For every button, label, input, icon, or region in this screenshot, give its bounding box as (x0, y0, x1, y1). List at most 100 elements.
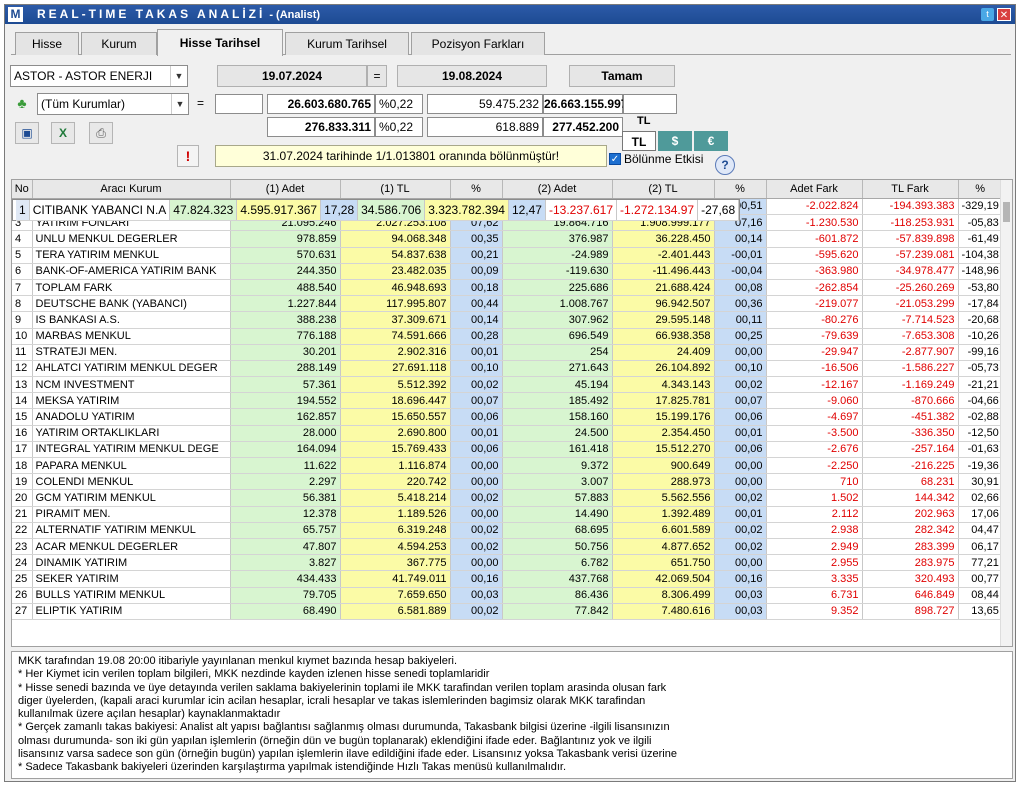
table-row[interactable]: 22 ALTERNATIF YATIRIM MENKUL 65.757 6.319.2… (12, 522, 1003, 539)
table-row[interactable]: 6 BANK-OF-AMERICA YATIRIM BANK 244.350 23.4… (12, 263, 1003, 280)
col-2-adet-cell: 50.756 (502, 538, 613, 556)
table-row[interactable]: 5 TERA YATIRIM MENKUL 570.631 54.837.638 00,… (12, 247, 1003, 264)
currency-tl-button[interactable]: TL (622, 131, 656, 151)
table-row[interactable]: 24 DINAMIK YATIRIM 3.827 367.775 00,00 6.782 6… (12, 554, 1003, 572)
col-1-adet-cell: 65.757 (230, 522, 341, 539)
col-1-tl-cell: 367.775 (340, 554, 451, 572)
col-2-pct-cell: 00,03 (714, 587, 767, 604)
col-1-pct-header[interactable]: % (450, 180, 503, 199)
col-tl-fark-cell: 202.963 (862, 506, 959, 523)
col-2-adet-cell: 34.586.706 (357, 199, 426, 221)
col-adet-fark-header[interactable]: Adet Fark (766, 180, 863, 199)
table-row[interactable]: 20 GCM YATIRIM MENKUL 56.381 5.418.214 00,02… (12, 489, 1003, 507)
table-row[interactable]: 15 ANADOLU YATIRIM 162.857 15.650.557 00,06 1… (12, 408, 1003, 426)
col-2-adet-cell: 1.008.767 (502, 295, 613, 313)
col-2-adet-header[interactable]: (2) Adet (502, 180, 613, 199)
tab-hisse-tarihsel[interactable]: Hisse Tarihsel (157, 29, 283, 56)
col-adet-fark-cell: -16.506 (766, 360, 863, 378)
table-row[interactable]: 17 INTEGRAL YATIRIM MENKUL DEGE 164.094 15.… (12, 441, 1003, 459)
col-fark-pct-header[interactable]: % (958, 180, 1003, 199)
table-row[interactable]: 16 YATIRIM ORTAKLIKLARI 28.000 2.690.800 00,… (12, 425, 1003, 442)
col-adet-fark-cell: 2.955 (766, 554, 863, 572)
col-2-adet-cell: 86.436 (502, 587, 613, 604)
table-row[interactable]: 14 MEKSA YATIRIM 194.552 18.696.447 00,07 185… (12, 392, 1003, 410)
table-row[interactable]: 8 DEUTSCHE BANK (YABANCI) 1.227.844 117.995… (12, 295, 1003, 313)
col-2-tl-cell: 24.409 (612, 344, 715, 361)
split-checkbox[interactable]: ✓ (609, 153, 621, 165)
tab-kurum-tarihsel[interactable]: Kurum Tarihsel (285, 32, 409, 55)
institution-group-icon[interactable]: ♣ (10, 93, 34, 115)
col-1-tl-cell: 94.068.348 (340, 230, 451, 248)
date-end-button[interactable]: 19.08.2024 (397, 65, 547, 87)
institution-select[interactable]: (Tüm Kurumlar) ▼ (37, 93, 189, 115)
filter-input[interactable] (215, 94, 263, 114)
table-row[interactable]: 26 BULLS YATIRIM MENKUL 79.705 7.659.650 00,… (12, 587, 1003, 604)
col-fark-pct-cell: -12,50 (958, 425, 1003, 442)
table-row[interactable]: 1 CITIBANK YABANCI N.A 47.824.323 4.595.917… (12, 198, 741, 221)
col-1-pct-cell: 00,28 (450, 328, 503, 345)
date-start-button[interactable]: 19.07.2024 (217, 65, 367, 87)
close-icon[interactable]: ✕ (997, 8, 1011, 21)
ok-button[interactable]: Tamam (569, 65, 675, 87)
col-araci-kurum-cell: MARBAS MENKUL (32, 328, 231, 345)
table-row[interactable]: 21 PIRAMIT MEN. 12.378 1.189.526 00,00 14.490… (12, 506, 1003, 523)
col-tl-fark-cell: -21.053.299 (862, 295, 959, 313)
total-1-adet: 26.603.680.765 (267, 94, 375, 114)
table-row[interactable]: 19 COLENDI MENKUL 2.297 220.742 00,00 3.007 28… (12, 473, 1003, 491)
col-2-pct-header[interactable]: % (714, 180, 767, 199)
table-row[interactable]: 4 UNLU MENKUL DEGERLER 978.859 94.068.348 00… (12, 230, 1003, 248)
col-no-cell: 19 (12, 473, 33, 491)
table-row[interactable]: 10 MARBAS MENKUL 776.188 74.591.666 00,28 696… (12, 328, 1003, 345)
table-row[interactable]: 7 TOPLAM FARK 488.540 46.948.693 00,18 225.68… (12, 279, 1003, 297)
col-araci-kurum-header[interactable]: Aracı Kurum (32, 180, 231, 199)
col-tl-fark-cell: 283.399 (862, 538, 959, 556)
col-tl-fark-cell: -1.586.227 (862, 360, 959, 378)
tab-kurum[interactable]: Kurum (81, 32, 157, 55)
col-1-adet-cell: 162.857 (230, 408, 341, 426)
table-row[interactable]: 18 PAPARA MENKUL 11.622 1.116.874 00,00 9.372… (12, 457, 1003, 475)
help-icon[interactable]: ? (715, 155, 735, 175)
col-tl-fark-header[interactable]: TL Fark (862, 180, 959, 199)
table-row[interactable]: 25 SEKER YATIRIM 434.433 41.749.011 00,16 437… (12, 570, 1003, 588)
col-1-tl-cell: 54.837.638 (340, 247, 451, 264)
col-1-adet-cell: 434.433 (230, 570, 341, 588)
split-notice: 31.07.2024 tarihinde 1/1.013801 oranında… (215, 145, 607, 167)
table-row[interactable]: 12 AHLATCI YATIRIM MENKUL DEGER 288.149 27.… (12, 360, 1003, 378)
note-line: MKK tarafından 19.08 20:00 itibariyle ya… (18, 655, 458, 667)
col-adet-fark-cell: 2.949 (766, 538, 863, 556)
table-row[interactable]: 27 ELIPTIK YATIRIM 68.490 6.581.889 00,02 77.… (12, 603, 1003, 620)
col-1-adet-header[interactable]: (1) Adet (230, 180, 341, 199)
vertical-scrollbar[interactable] (1000, 180, 1012, 646)
window-subtitle: - (Analist) (269, 9, 321, 21)
stock-select[interactable]: ASTOR - ASTOR ENERJI ▼ (10, 65, 188, 87)
col-1-tl-header[interactable]: (1) TL (340, 180, 451, 199)
tab-pozisyon-farklari[interactable]: Pozisyon Farkları (411, 32, 545, 55)
table-row[interactable]: 11 STRATEJI MEN. 30.201 2.902.316 00,01 254 24… (12, 344, 1003, 361)
print-icon[interactable]: ⎙ (89, 122, 113, 144)
scrollbar-thumb[interactable] (1003, 202, 1010, 222)
col-araci-kurum-cell: MEKSA YATIRIM (32, 392, 231, 410)
col-2-pct-cell: 00,00 (714, 344, 767, 361)
col-adet-fark-cell: 2.112 (766, 506, 863, 523)
equals-button[interactable]: = (367, 65, 387, 87)
table-row[interactable]: 9 IS BANKASI A.S. 388.238 37.309.671 00,14 30… (12, 311, 1003, 329)
twitter-icon[interactable]: t (981, 8, 994, 21)
table-row[interactable]: 23 ACAR MENKUL DEGERLER 47.807 4.594.253 00,… (12, 538, 1003, 556)
col-1-tl-cell: 7.659.650 (340, 587, 451, 604)
col-no-cell: 26 (12, 587, 33, 604)
col-2-tl-header[interactable]: (2) TL (612, 180, 715, 199)
tab-hisse[interactable]: Hisse (15, 32, 79, 55)
total-diff-tl: 618.889 (427, 117, 543, 137)
save-icon[interactable]: ▣ (15, 122, 39, 144)
currency-usd-button[interactable]: $ (658, 131, 692, 151)
col-1-tl-cell: 5.418.214 (340, 489, 451, 507)
col-no-cell: 10 (12, 328, 33, 345)
col-2-pct-cell: -00,01 (714, 247, 767, 264)
currency-eur-button[interactable]: € (694, 131, 728, 151)
col-no-header[interactable]: No (12, 180, 33, 199)
table-row[interactable]: 13 NCM INVESTMENT 57.361 5.512.392 00,02 45.1… (12, 376, 1003, 394)
col-2-pct-cell: 00,01 (714, 506, 767, 523)
col-adet-fark-cell: 3.335 (766, 570, 863, 588)
excel-icon[interactable]: X (51, 122, 75, 144)
col-1-adet-cell: 388.238 (230, 311, 341, 329)
